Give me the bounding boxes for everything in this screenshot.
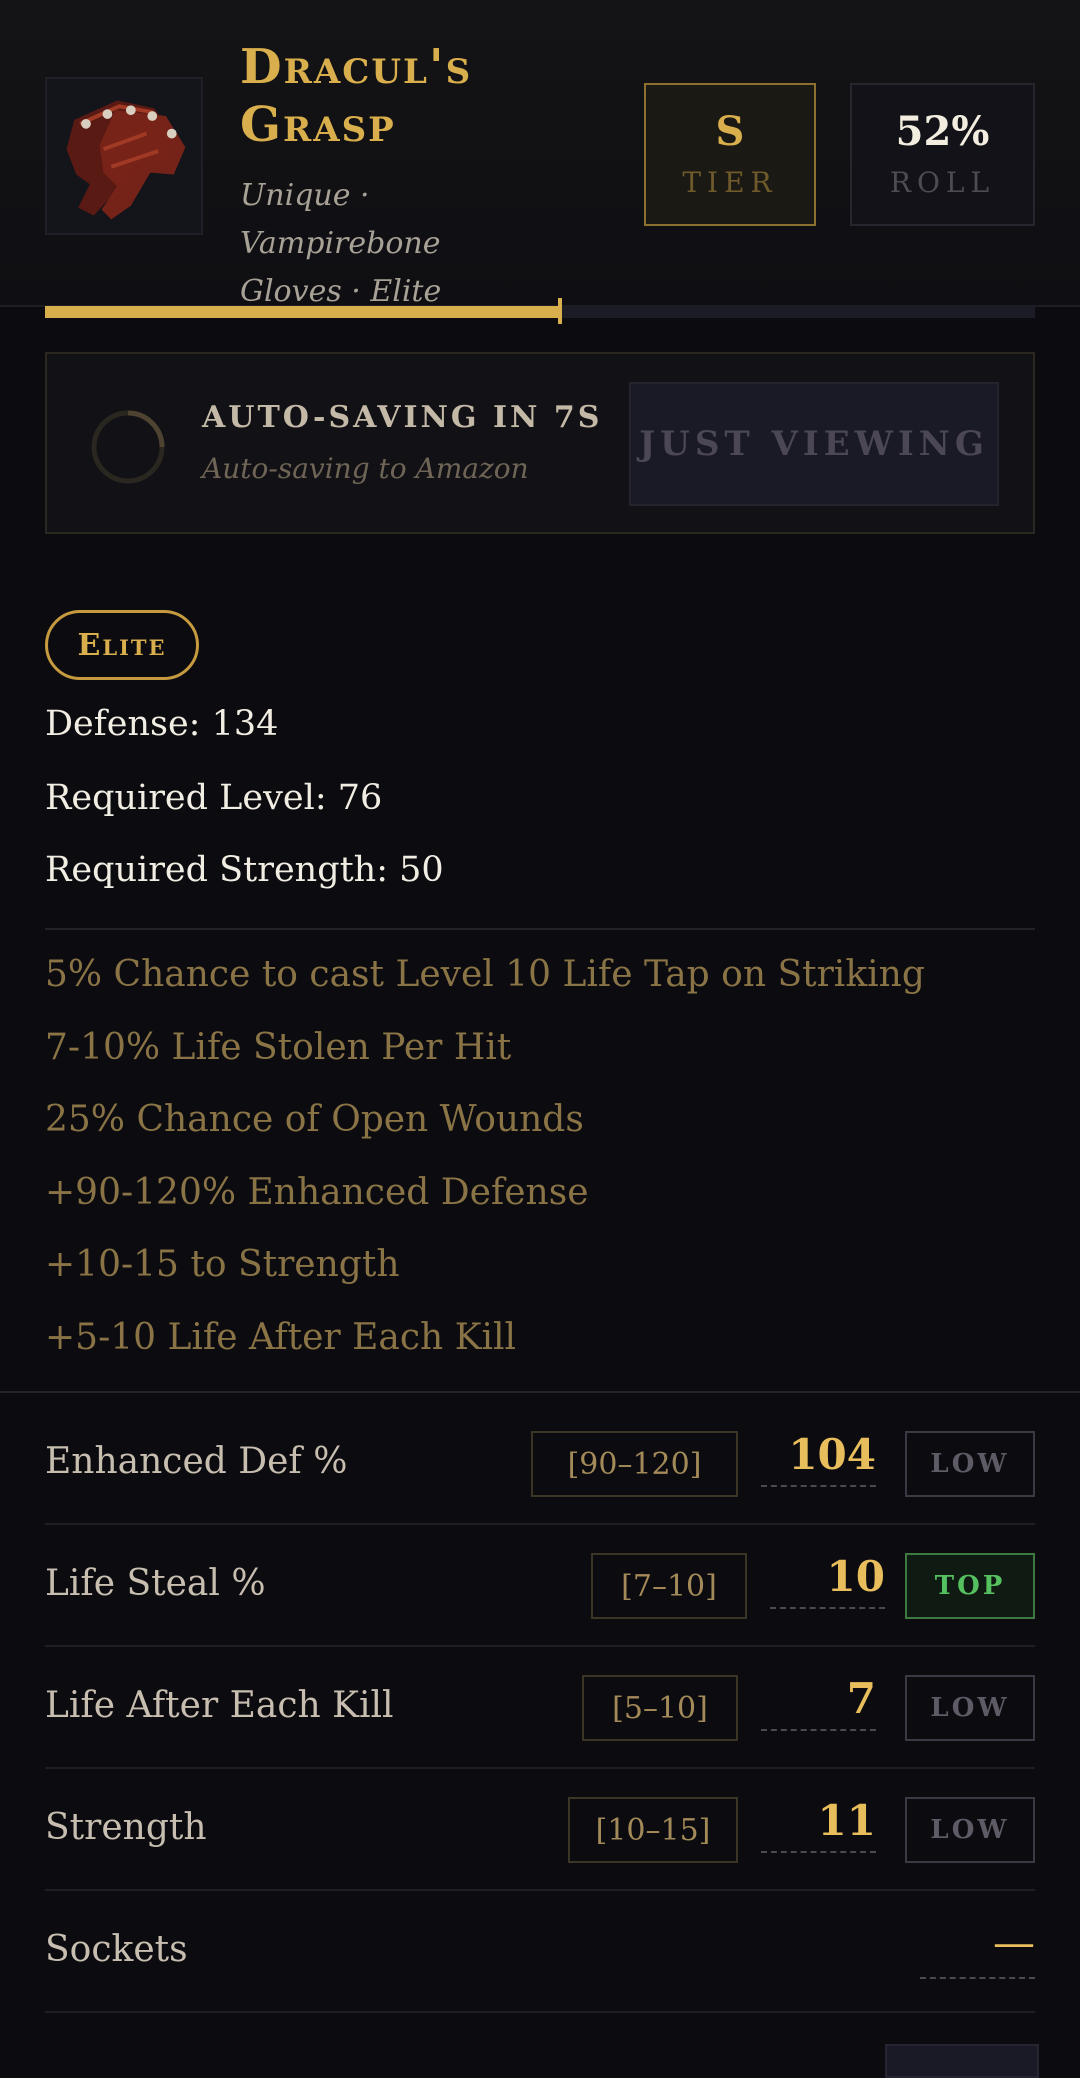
roll-rating-badge: TOP (905, 1553, 1035, 1619)
roll-range: [10–15] (568, 1797, 738, 1863)
mods-divider (0, 1391, 1080, 1393)
roll-rating-badge: LOW (905, 1431, 1035, 1497)
roll-badge: 52% ROLL (850, 83, 1035, 226)
item-subtitle-line2: Gloves · Elite (240, 274, 442, 309)
roll-row-life-steal: Life Steal % [7–10] 10 TOP (45, 1525, 1035, 1647)
roll-row-label: Life Steal % (45, 1563, 266, 1604)
roll-row-strength: Strength [10–15] 11 LOW (45, 1769, 1035, 1891)
stats-divider (45, 928, 1035, 930)
roll-row-label: Enhanced Def % (45, 1441, 348, 1482)
roll-row-sockets: Sockets — (45, 1891, 1035, 2013)
roll-row-life-after-kill: Life After Each Kill [5–10] 7 LOW (45, 1647, 1035, 1769)
just-viewing-button[interactable]: JUST VIEWING (629, 382, 999, 506)
roll-progress-fill (45, 306, 560, 318)
elite-badge: Elite (45, 610, 199, 680)
autosave-subtitle: Auto-saving to Amazon (202, 452, 529, 485)
sockets-label: Sockets (45, 1929, 188, 1970)
defense-stat: Defense: 134 (45, 704, 279, 744)
roll-value-input[interactable]: 10 (770, 1551, 885, 1609)
roll-rating-badge: LOW (905, 1675, 1035, 1741)
tier-value: S (715, 107, 745, 155)
roll-value-input[interactable]: 104 (761, 1429, 876, 1487)
mod-line: +10-15 to Strength (45, 1244, 400, 1285)
mod-line: 5% Chance to cast Level 10 Life Tap on S… (45, 954, 925, 995)
item-title-line1: Dracul's (240, 39, 473, 95)
roll-row-label: Strength (45, 1807, 207, 1848)
mod-line: 7-10% Life Stolen Per Hit (45, 1027, 512, 1068)
item-subtitle: Unique · Vampirebone Gloves · Elite (240, 172, 570, 316)
partial-button[interactable] (885, 2044, 1039, 2078)
tier-badge: S TIER (644, 83, 816, 226)
autosave-panel: AUTO-SAVING IN 7S Auto-saving to Amazon … (45, 352, 1035, 534)
item-title-line2: Grasp (240, 97, 396, 153)
required-level-stat: Required Level: 76 (45, 778, 383, 818)
item-subtitle-line1: Unique · Vampirebone (240, 178, 441, 261)
roll-row-label: Life After Each Kill (45, 1685, 394, 1726)
roll-rating-badge: LOW (905, 1797, 1035, 1863)
mod-line: 25% Chance of Open Wounds (45, 1099, 584, 1140)
roll-value-input[interactable]: 11 (761, 1795, 876, 1853)
sockets-value-input[interactable]: — (920, 1917, 1035, 1979)
mod-line: +5-10 Life After Each Kill (45, 1317, 517, 1358)
item-header: Dracul's Grasp Unique · Vampirebone Glov… (0, 0, 1080, 309)
mod-line: +90-120% Enhanced Defense (45, 1172, 589, 1213)
item-title: Dracul's Grasp (240, 38, 472, 154)
roll-value-input[interactable]: 7 (761, 1673, 876, 1731)
tier-label: TIER (682, 165, 778, 199)
gloves-item-icon (45, 77, 203, 235)
roll-progress-bar (45, 298, 1035, 324)
roll-range: [7–10] (591, 1553, 747, 1619)
roll-label: ROLL (889, 165, 996, 199)
roll-row-enhanced-def: Enhanced Def % [90–120] 104 LOW (45, 1403, 1035, 1525)
roll-range: [90–120] (531, 1431, 738, 1497)
roll-value: 52% (895, 107, 990, 155)
required-strength-stat: Required Strength: 50 (45, 850, 444, 890)
roll-progress-marker (558, 298, 562, 324)
roll-range: [5–10] (582, 1675, 738, 1741)
loading-spinner-icon (91, 410, 165, 484)
autosave-title: AUTO-SAVING IN 7S (202, 400, 603, 435)
